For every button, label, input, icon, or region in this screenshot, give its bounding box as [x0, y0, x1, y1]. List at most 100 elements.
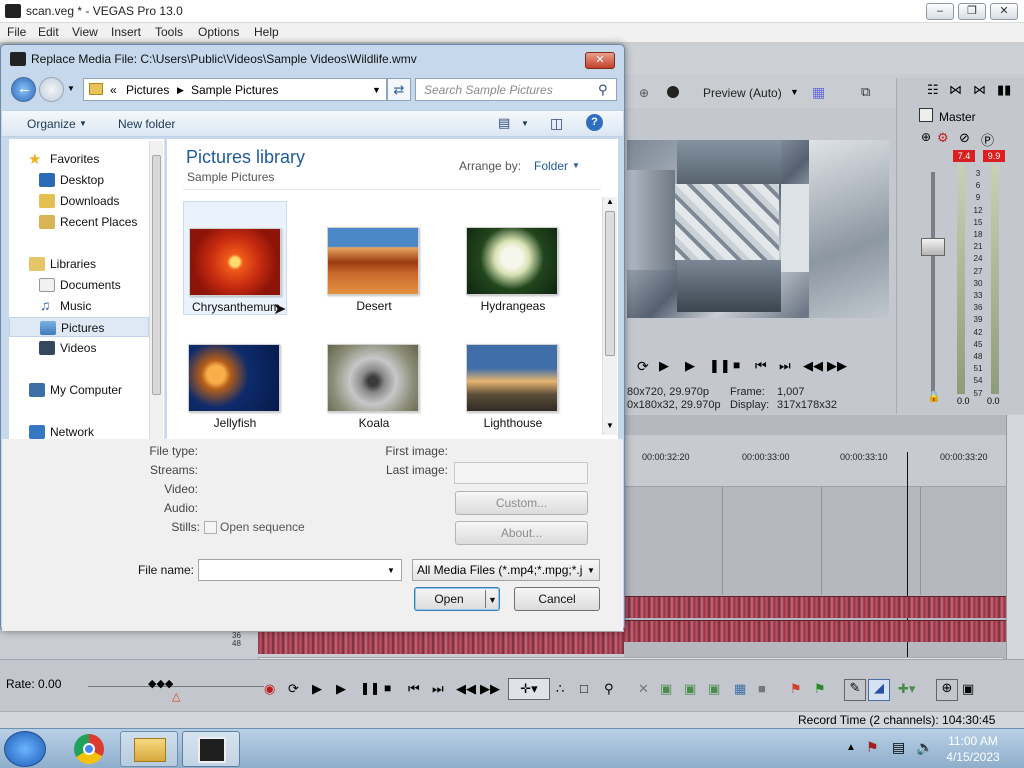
- restore-button[interactable]: ❐: [958, 3, 986, 20]
- ignore-grouping-icon[interactable]: ✎: [844, 679, 866, 701]
- chevron-down-icon[interactable]: ▼: [790, 87, 799, 97]
- menu-help[interactable]: Help: [254, 25, 279, 39]
- audio-waveform-left[interactable]: [624, 596, 1006, 618]
- play-from-start-button[interactable]: ▶: [312, 681, 322, 697]
- nav-scrollbar[interactable]: [149, 141, 163, 439]
- loop-icon[interactable]: ⟳: [637, 358, 649, 375]
- snapping-icon[interactable]: ⊕: [936, 679, 958, 701]
- envelope-tool-icon[interactable]: ∴: [556, 681, 564, 697]
- copy-frame-icon[interactable]: ⧉: [861, 84, 870, 100]
- nav-videos[interactable]: Videos: [9, 338, 149, 358]
- audio-waveform-right[interactable]: [624, 620, 1006, 642]
- auto-ripple-icon[interactable]: ◢: [868, 679, 890, 701]
- mixer-icon[interactable]: ☷: [927, 82, 939, 98]
- about-button[interactable]: About...: [455, 521, 588, 545]
- file-list-scrollbar[interactable]: ▲ ▼: [602, 197, 617, 435]
- bus-fx-icon[interactable]: ⊕: [921, 130, 931, 144]
- solo-icon[interactable]: Ⓟ: [981, 130, 994, 149]
- play-from-start-icon[interactable]: ▶: [659, 358, 669, 374]
- timeline-ruler[interactable]: 00:00:32:20 00:00:33:00 00:00:33:10 00:0…: [624, 435, 1006, 487]
- cancel-button[interactable]: Cancel: [514, 587, 600, 611]
- master-fader[interactable]: [921, 238, 945, 256]
- dialog-close-button[interactable]: ✕: [585, 52, 615, 69]
- clock-date[interactable]: 4/15/2023: [944, 750, 1002, 764]
- preview-pane-icon[interactable]: ◫: [550, 115, 563, 132]
- fast-forward-icon[interactable]: ▶▶: [827, 358, 847, 374]
- mute-icon[interactable]: ⊘: [959, 130, 970, 146]
- nav-my-computer[interactable]: My Computer: [9, 380, 149, 400]
- nav-pictures[interactable]: Pictures: [9, 317, 149, 337]
- preview-quality-icon[interactable]: [667, 86, 679, 98]
- pause-button[interactable]: ❚❚: [360, 681, 380, 695]
- menu-insert[interactable]: Insert: [111, 25, 141, 39]
- loop-playback-icon[interactable]: ⟳: [288, 681, 299, 697]
- next-frame-icon[interactable]: ⏭: [779, 358, 791, 374]
- network-icon[interactable]: ▤: [892, 739, 905, 756]
- file-item-koala[interactable]: Koala: [322, 318, 426, 432]
- nav-downloads[interactable]: Downloads: [9, 191, 149, 211]
- nav-libraries[interactable]: Libraries: [9, 254, 149, 274]
- volume-icon[interactable]: 🔈: [916, 739, 933, 756]
- play-icon[interactable]: ▶: [685, 358, 695, 374]
- minimize-button[interactable]: –: [926, 3, 954, 20]
- organize-chevron-icon[interactable]: ▼: [79, 119, 87, 128]
- nav-documents[interactable]: Documents: [9, 275, 149, 295]
- snap-options-icon[interactable]: ▣: [962, 681, 974, 697]
- lock-icon[interactable]: 🔒: [927, 390, 941, 403]
- zoom-tool-icon[interactable]: ⚲: [604, 681, 614, 697]
- region-icon[interactable]: ⚑: [814, 681, 826, 697]
- scroll-thumb[interactable]: [605, 211, 615, 356]
- nav-music[interactable]: ♫ Music: [9, 296, 149, 316]
- view-chevron-icon[interactable]: ▼: [521, 119, 529, 128]
- breadcrumb-separator-icon[interactable]: ▶: [177, 85, 184, 96]
- dim-icon[interactable]: ⋈: [973, 82, 986, 98]
- taskbar-vegas[interactable]: [182, 731, 240, 767]
- address-bar[interactable]: « Pictures ▶ Sample Pictures ▼: [83, 78, 387, 101]
- new-folder-button[interactable]: New folder: [118, 117, 175, 131]
- custom-button[interactable]: Custom...: [455, 491, 588, 515]
- open-sequence-checkbox[interactable]: [204, 521, 217, 534]
- menu-edit[interactable]: Edit: [38, 25, 59, 39]
- filter-dropdown-icon[interactable]: ▼: [587, 566, 595, 575]
- taskbar-chrome[interactable]: [60, 731, 118, 767]
- file-name-dropdown-icon[interactable]: ▼: [387, 566, 395, 575]
- menu-file[interactable]: File: [7, 25, 26, 39]
- organize-button[interactable]: Organize: [27, 117, 76, 131]
- preview-mode-dropdown[interactable]: Preview (Auto): [703, 86, 782, 100]
- scroll-up-icon[interactable]: ▲: [606, 197, 614, 206]
- address-history-icon[interactable]: ▼: [372, 85, 381, 95]
- grid-icon[interactable]: ▦: [812, 84, 825, 101]
- pause-icon[interactable]: ❚❚: [709, 358, 731, 374]
- crossfade-icon[interactable]: ✚▾: [898, 681, 915, 697]
- menu-view[interactable]: View: [72, 25, 98, 39]
- trim-icon[interactable]: ▣: [660, 681, 672, 697]
- selection-tool-icon[interactable]: □: [580, 681, 588, 696]
- help-icon[interactable]: ?: [586, 114, 603, 131]
- close-window-button[interactable]: ✕: [990, 3, 1018, 20]
- lock-event-icon[interactable]: ■: [758, 681, 766, 696]
- next-frame-button[interactable]: ▶▶: [480, 681, 500, 697]
- edit-tool-dropdown[interactable]: ✛▾: [508, 678, 550, 700]
- menu-tools[interactable]: Tools: [155, 25, 183, 39]
- file-type-filter[interactable]: All Media Files (*.mp4;*.mpg;*.j ▼: [412, 559, 600, 581]
- timeline-vertical-scrollbar[interactable]: [1006, 415, 1024, 659]
- stop-icon[interactable]: ■: [733, 358, 740, 372]
- gear-icon[interactable]: ⚙: [937, 130, 949, 146]
- split-icon[interactable]: ▦: [734, 681, 746, 697]
- file-item-lighthouse[interactable]: Lighthouse: [461, 318, 565, 432]
- rewind-icon[interactable]: ◀◀: [803, 358, 823, 374]
- nav-desktop[interactable]: Desktop: [9, 170, 149, 190]
- refresh-button[interactable]: ⇄: [387, 78, 411, 101]
- play-button[interactable]: ▶: [336, 681, 346, 697]
- go-to-end-icon[interactable]: ⏭: [432, 681, 444, 697]
- nav-recent-places[interactable]: Recent Places: [9, 212, 149, 232]
- arrange-chevron-icon[interactable]: ▼: [572, 161, 580, 170]
- recent-pages-icon[interactable]: ▼: [67, 84, 75, 93]
- meter-options-icon[interactable]: ▮▮: [997, 82, 1011, 98]
- search-box[interactable]: Search Sample Pictures ⚲: [415, 78, 617, 101]
- file-item-hydrangeas[interactable]: Hydrangeas: [461, 201, 565, 315]
- file-item-desert[interactable]: Desert: [322, 201, 426, 315]
- audio-waveform-lower[interactable]: [258, 632, 624, 654]
- go-to-start-icon[interactable]: ⏮: [408, 681, 420, 697]
- open-button[interactable]: Open ▼: [414, 587, 500, 611]
